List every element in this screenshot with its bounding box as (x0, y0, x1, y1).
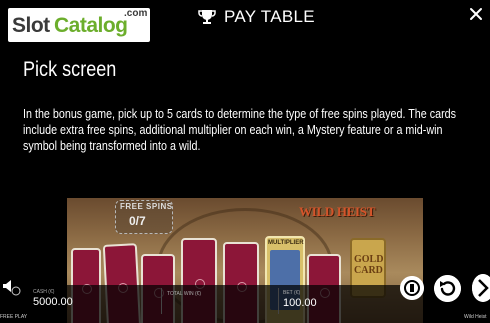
logo-com-text: .com (124, 8, 148, 19)
free-play-label: FREE PLAY (0, 314, 28, 320)
wild-heist-logo: WILD HEIST (299, 204, 376, 219)
slotcatalog-logo: Slot Catalog .com (8, 8, 150, 42)
free-spins-label: FREE SPINS (120, 202, 173, 211)
bet-label: BET (€) (283, 290, 301, 296)
divider (278, 288, 279, 314)
total-win-label: TOTAL WIN (€) (167, 291, 202, 297)
cash-label: CASH (€) (33, 289, 55, 295)
cash-value: 5000.00 (33, 296, 73, 308)
section-heading: Pick screen (23, 58, 117, 81)
multiplier-label: MULTIPLIER (268, 240, 304, 246)
next-arrow-icon[interactable] (472, 274, 490, 302)
logo-catalog-text: Catalog (54, 14, 128, 37)
free-spins-count: 0/7 (129, 214, 146, 228)
pay-table-title: PAY TABLE (224, 7, 315, 26)
gold-card-label: GOLD CARD (354, 254, 384, 276)
close-icon[interactable] (468, 6, 484, 22)
spin-button[interactable] (434, 275, 461, 302)
game-name-label: Wild Heist (464, 314, 487, 320)
bet-value: 100.00 (283, 297, 317, 309)
coins-icon (11, 286, 21, 296)
trophy-icon (198, 10, 216, 24)
divider (161, 288, 162, 314)
section-description: In the bonus game, pick up to 5 cards to… (23, 107, 457, 153)
logo-slot-text: Slot (12, 14, 50, 37)
autoplay-button[interactable] (400, 276, 424, 300)
